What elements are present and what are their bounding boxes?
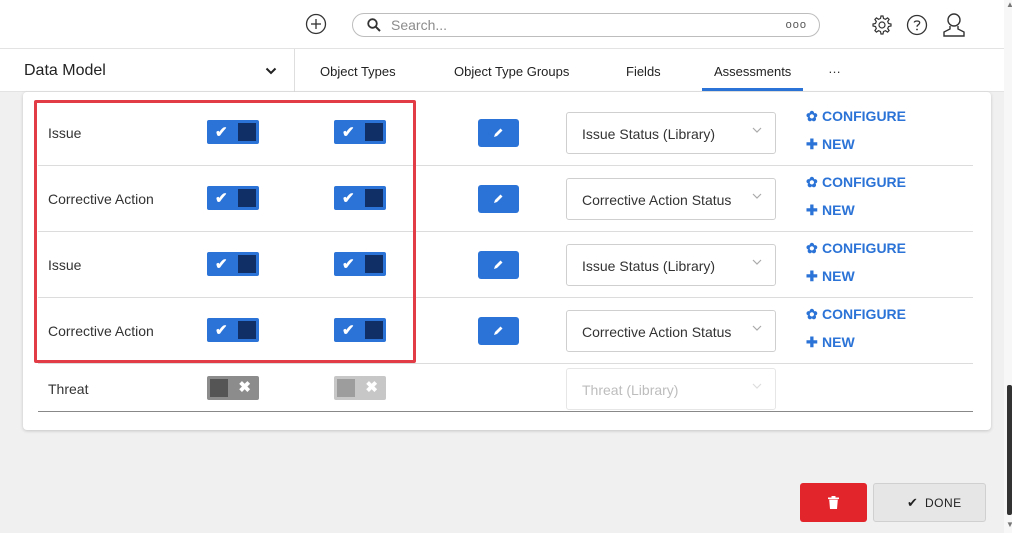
gear-icon: ✿ — [806, 240, 818, 256]
table-row: Corrective Action ✔ ✔ Corrective Action … — [38, 298, 973, 364]
chevron-down-icon — [752, 193, 762, 199]
tab-fields[interactable]: Fields — [626, 64, 661, 79]
pencil-icon — [494, 194, 503, 203]
object-type-name: Corrective Action — [48, 191, 154, 207]
top-header: Search... ooo — [0, 0, 1004, 48]
user-icon[interactable] — [942, 12, 966, 38]
scroll-down-icon[interactable]: ▼ — [1006, 520, 1012, 529]
close-icon: ✖ — [238, 379, 251, 396]
status-select[interactable]: Issue Status (Library) — [566, 244, 776, 286]
check-icon: ✔ — [342, 124, 355, 141]
close-icon: ✖ — [365, 379, 378, 396]
trash-icon — [828, 496, 839, 509]
chevron-down-icon — [752, 259, 762, 265]
edit-button[interactable] — [478, 251, 519, 279]
assessment-toggle[interactable]: ✔ — [207, 186, 259, 210]
delete-button[interactable] — [800, 483, 867, 522]
more-tabs-icon[interactable]: … — [828, 61, 842, 76]
check-icon: ✔ — [215, 256, 228, 273]
help-icon[interactable] — [906, 14, 928, 36]
check-icon: ✔ — [215, 322, 228, 339]
edit-button[interactable] — [478, 317, 519, 345]
edit-button[interactable] — [478, 119, 519, 147]
required-toggle[interactable]: ✔ — [334, 120, 386, 144]
status-select[interactable]: Issue Status (Library) — [566, 112, 776, 154]
pencil-icon — [494, 260, 503, 269]
new-link[interactable]: ✚ NEW — [806, 202, 855, 219]
check-icon: ✔ — [342, 190, 355, 207]
nav-divider — [294, 49, 295, 92]
search-options-icon[interactable]: ooo — [786, 19, 807, 31]
gear-icon: ✿ — [806, 108, 818, 124]
new-link[interactable]: ✚ NEW — [806, 136, 855, 153]
chevron-down-icon — [752, 325, 762, 331]
chevron-down-icon — [752, 383, 762, 389]
pencil-icon — [494, 128, 503, 137]
chevron-down-icon[interactable] — [265, 66, 277, 76]
chevron-down-icon — [752, 127, 762, 133]
tab-assessments[interactable]: Assessments — [702, 64, 804, 91]
configure-link[interactable]: ✿ CONFIGURE — [806, 306, 906, 323]
gear-icon: ✿ — [806, 306, 818, 322]
plus-icon: ✚ — [806, 202, 818, 218]
gear-icon: ✿ — [806, 174, 818, 190]
assessment-toggle[interactable]: ✔ — [207, 120, 259, 144]
plus-icon: ✚ — [806, 268, 818, 284]
gear-icon[interactable] — [871, 14, 893, 36]
plus-icon: ✚ — [806, 334, 818, 350]
check-icon: ✔ — [907, 495, 918, 510]
object-type-name: Issue — [48, 257, 82, 273]
edit-button[interactable] — [478, 185, 519, 213]
nav-bar: Data Model Object Types Object Type Grou… — [0, 48, 1004, 92]
table-row: Issue ✔ ✔ Issue Status (Library) ✿ CONFIG… — [38, 100, 973, 166]
check-icon: ✔ — [342, 322, 355, 339]
object-type-name: Issue — [48, 125, 82, 141]
required-toggle[interactable]: ✔ — [334, 252, 386, 276]
page-title[interactable]: Data Model — [24, 62, 106, 80]
status-select[interactable]: Corrective Action Status — [566, 310, 776, 352]
scrollbar-thumb[interactable] — [1007, 385, 1012, 515]
object-type-name: Corrective Action — [48, 323, 154, 339]
search-placeholder: Search... — [391, 17, 448, 33]
done-label: DONE — [925, 496, 962, 510]
scroll-up-icon[interactable]: ▲ — [1006, 0, 1012, 9]
check-icon: ✔ — [215, 190, 228, 207]
status-select: Threat (Library) — [566, 368, 776, 410]
required-toggle[interactable]: ✖ — [334, 376, 386, 400]
add-icon[interactable] — [305, 13, 327, 35]
configure-link[interactable]: ✿ CONFIGURE — [806, 240, 906, 257]
table-row: Threat ✖ ✖ Threat (Library) — [38, 364, 973, 412]
plus-icon: ✚ — [806, 136, 818, 152]
assessment-toggle[interactable]: ✔ — [207, 318, 259, 342]
done-button[interactable]: ✔ DONE — [873, 483, 986, 522]
configure-link[interactable]: ✿ CONFIGURE — [806, 108, 906, 125]
search-input[interactable]: Search... ooo — [352, 13, 820, 37]
table-row: Corrective Action ✔ ✔ Corrective Action … — [38, 166, 973, 232]
check-icon: ✔ — [215, 124, 228, 141]
assessments-card: Issue ✔ ✔ Issue Status (Library) ✿ CONFIG… — [23, 92, 991, 430]
tab-object-types[interactable]: Object Types — [320, 64, 396, 79]
object-type-name: Threat — [48, 381, 89, 397]
check-icon: ✔ — [342, 256, 355, 273]
new-link[interactable]: ✚ NEW — [806, 268, 855, 285]
required-toggle[interactable]: ✔ — [334, 186, 386, 210]
tab-object-type-groups[interactable]: Object Type Groups — [454, 64, 569, 79]
configure-link[interactable]: ✿ CONFIGURE — [806, 174, 906, 191]
status-select[interactable]: Corrective Action Status — [566, 178, 776, 220]
required-toggle[interactable]: ✔ — [334, 318, 386, 342]
table-row: Issue ✔ ✔ Issue Status (Library) ✿ CONFIG… — [38, 232, 973, 298]
search-icon — [367, 18, 381, 32]
assessment-toggle[interactable]: ✖ — [207, 376, 259, 400]
assessment-toggle[interactable]: ✔ — [207, 252, 259, 276]
pencil-icon — [494, 326, 503, 335]
new-link[interactable]: ✚ NEW — [806, 334, 855, 351]
